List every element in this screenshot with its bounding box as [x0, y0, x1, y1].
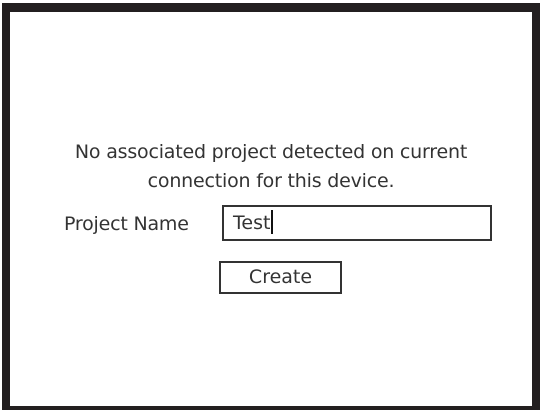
project-name-input[interactable]: Test: [222, 205, 492, 241]
text-caret: [271, 210, 274, 234]
project-name-label: Project Name: [64, 213, 189, 235]
project-name-input-value: Test: [233, 212, 271, 234]
status-message-line-2: connection for this device.: [147, 170, 395, 192]
status-message: No associated project detected on curren…: [10, 138, 532, 196]
status-message-line-1: No associated project detected on curren…: [74, 141, 468, 163]
dialog-window: No associated project detected on curren…: [2, 3, 540, 410]
create-button[interactable]: Create: [219, 261, 342, 294]
